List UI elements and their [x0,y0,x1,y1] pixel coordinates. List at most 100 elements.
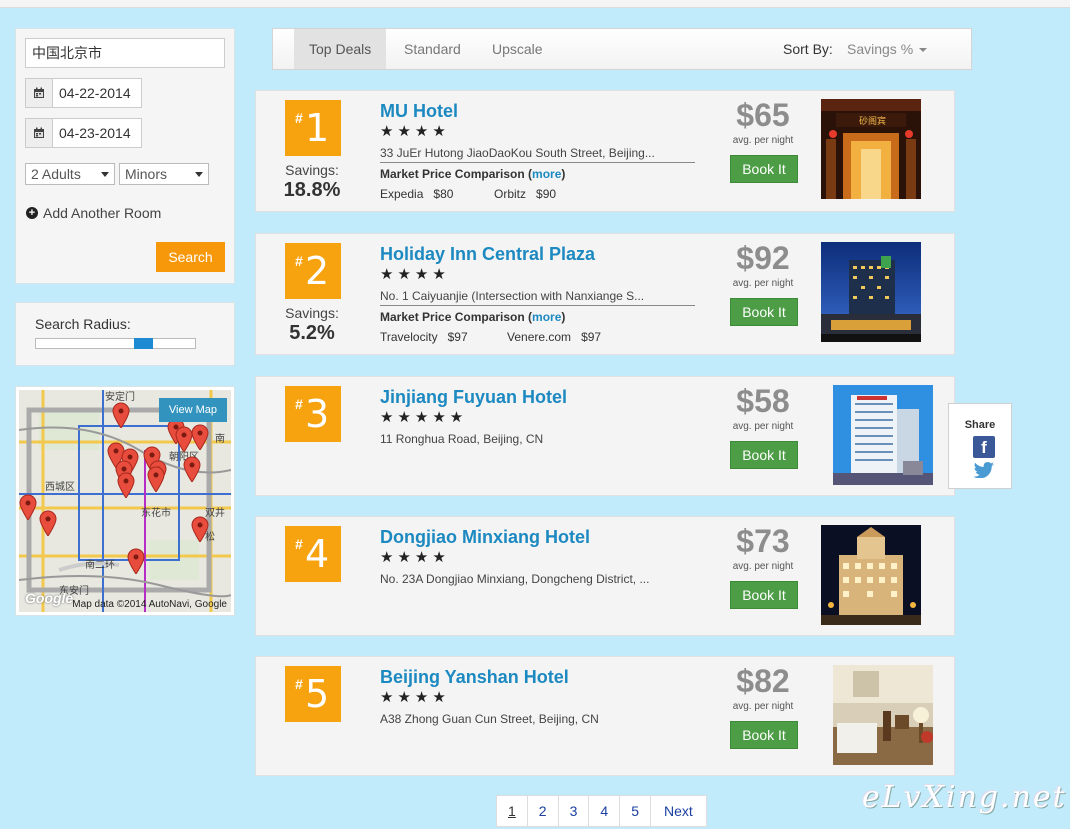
more-link[interactable]: more [532,310,561,324]
savings-label: Savings: [285,162,339,178]
per-night-label: avg. per night [732,561,794,572]
book-it-button[interactable]: Book It [730,441,798,469]
comparison-item[interactable]: Orbitz $90 [494,187,556,201]
comparison-item[interactable]: Expedia $80 [380,187,453,201]
svg-text:东花市: 东花市 [141,506,171,519]
page-link-5[interactable]: 5 [620,796,651,826]
twitter-icon[interactable] [973,462,995,478]
add-room-link[interactable]: + Add Another Room [26,205,161,221]
star-rating: ★★★★ [380,266,450,283]
per-night-label: avg. per night [732,135,794,146]
hotel-photo[interactable] [833,385,933,485]
checkout-date-input[interactable] [52,118,142,148]
rank-number: 4 [305,532,330,576]
sort-dropdown[interactable]: Savings % [847,29,928,69]
price: $92 [736,240,790,276]
savings-value: 18.8% [283,179,341,201]
hotel-name-link[interactable]: Jinjiang Fuyuan Hotel [380,387,567,408]
hotel-name-link[interactable]: Holiday Inn Central Plaza [380,244,595,265]
comparison-item[interactable]: Travelocity $97 [380,330,468,344]
view-map-button[interactable]: View Map [158,398,227,422]
tab-standard[interactable]: Standard [389,29,476,69]
page-link-3[interactable]: 3 [559,796,590,826]
plus-circle-icon: + [26,207,38,219]
comparison-item[interactable]: Venere.com $97 [507,330,601,344]
comparison-site: Travelocity [380,330,438,344]
hotel-name-link[interactable]: MU Hotel [380,101,458,122]
rank-badge: #4 [285,526,341,582]
page-link-2[interactable]: 2 [528,796,559,826]
comparison-price: $97 [581,330,602,344]
radius-slider[interactable] [35,338,196,349]
rank-number: 2 [305,249,330,293]
price: $65 [736,97,790,133]
hotel-name-link[interactable]: Beijing Yanshan Hotel [380,667,569,688]
hotel-name-link[interactable]: Dongjiao Minxiang Hotel [380,527,590,548]
destination-input[interactable] [25,38,225,68]
map-pin-icon[interactable] [183,456,201,482]
google-logo: Google [25,590,74,606]
pagination: 1 2 3 4 5 Next [496,795,707,827]
hotel-address: 11 Ronghua Road, Beijing, CN [380,432,544,446]
per-night-label: avg. per night [732,421,794,432]
map[interactable]: 安定门 朝阳区 西城区 东花市 南二环 南 双井 松 东安门 View Map … [19,390,231,612]
per-night-label: avg. per night [732,278,794,289]
hotel-card: #3 Jinjiang Fuyuan Hotel ★★★★★ 11 Ronghu… [255,376,955,496]
more-link[interactable]: more [532,167,561,181]
hotel-photo[interactable]: 砂阁宾 [821,99,921,199]
rank-badge: #2 [285,243,341,299]
minors-select[interactable]: Minors [119,163,209,185]
adults-select-value: 2 Adults [31,166,81,182]
map-pin-icon[interactable] [117,472,135,498]
watermark: eLvXing.net [862,780,1067,815]
map-pin-icon[interactable] [191,516,209,542]
hotel-photo[interactable] [821,525,921,625]
map-pin-icon[interactable] [191,424,209,450]
comparison-price: $97 [447,330,468,344]
rank-number: 5 [305,672,330,716]
hotel-photo[interactable] [833,665,933,765]
comparison-price: $80 [433,187,454,201]
book-it-button[interactable]: Book It [730,155,798,183]
tab-upscale[interactable]: Upscale [477,29,558,69]
map-pin-icon[interactable] [127,548,145,574]
comparison-site: Orbitz [494,187,527,201]
map-pin-icon[interactable] [19,494,37,520]
checkin-date-input[interactable] [52,78,142,108]
book-it-button[interactable]: Book It [730,721,798,749]
adults-select[interactable]: 2 Adults [25,163,115,185]
comparison-site: Expedia [380,187,424,201]
hotel-card: #1 Savings: 18.8% MU Hotel ★★★★ 33 JuEr … [255,90,955,212]
map-pin-icon[interactable] [147,466,165,492]
price: $82 [736,663,790,699]
next-page-link[interactable]: Next [651,796,706,826]
calendar-icon[interactable] [25,118,52,148]
svg-text:西城区: 西城区 [45,481,75,493]
calendar-icon[interactable] [25,78,52,108]
tab-top-deals[interactable]: Top Deals [294,29,387,69]
search-button[interactable]: Search [156,242,225,272]
page-link-4[interactable]: 4 [589,796,621,826]
book-it-button[interactable]: Book It [730,298,798,326]
rank-number: 1 [305,106,330,150]
star-rating: ★★★★★ [380,409,468,426]
market-price-label: Market Price Comparison ( [380,167,533,181]
svg-text:南: 南 [215,432,225,445]
hotel-card: #4 Dongjiao Minxiang Hotel ★★★★ No. 23A … [255,516,955,636]
facebook-icon[interactable]: f [973,436,995,458]
radius-slider-handle[interactable] [134,338,153,349]
map-pin-icon[interactable] [175,426,193,452]
hotel-address: A38 Zhong Guan Cun Street, Beijing, CN [380,712,599,726]
map-pin-icon[interactable] [112,402,130,428]
per-night-label: avg. per night [732,701,794,712]
hotel-address: 33 JuEr Hutong JiaoDaoKou South Street, … [380,146,695,163]
hotel-photo[interactable] [821,242,921,342]
chevron-down-icon [101,172,109,177]
radius-panel: Search Radius: [15,302,235,366]
book-it-button[interactable]: Book It [730,581,798,609]
sort-label: Sort By: [783,41,833,57]
page-link-1[interactable]: 1 [497,796,528,826]
search-panel: 2 Adults Minors + Add Another Room Searc… [15,28,235,284]
radius-label: Search Radius: [35,316,131,332]
map-pin-icon[interactable] [39,510,57,536]
